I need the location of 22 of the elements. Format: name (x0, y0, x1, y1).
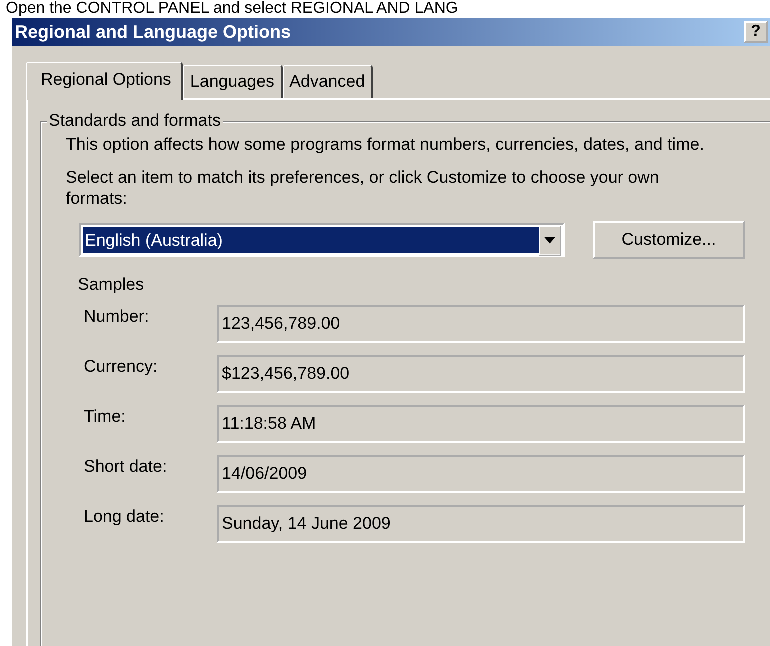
sample-field: Sunday, 14 June 2009 (217, 505, 745, 543)
tab[interactable]: Advanced (282, 65, 374, 98)
dropdown-arrow-icon (539, 226, 561, 256)
sample-field: $123,456,789.00 (217, 355, 745, 393)
sample-field: 14/06/2009 (217, 455, 745, 493)
description-text: This option affects how some programs format numbers, currencies, dates, and time. (66, 134, 706, 155)
tab[interactable]: Languages (183, 65, 283, 98)
tab[interactable]: Regional Options (26, 62, 184, 100)
sample-label: Number: (84, 306, 150, 328)
locale-dropdown[interactable]: English (Australia) (79, 223, 565, 257)
customize-button[interactable]: Customize... (593, 221, 745, 259)
caption-text: Open the CONTROL PANEL and select REGIONAL AND LANG (5, 0, 460, 18)
sample-field: 123,456,789.00 (217, 305, 745, 343)
window-title: Regional and Language Options (14, 22, 292, 42)
sample-field: 11:18:58 AM (217, 405, 745, 443)
sample-label: Currency: (84, 356, 159, 378)
sample-label: Long date: (84, 506, 166, 528)
sample-label: Short date: (84, 456, 168, 478)
samples-label: Samples (78, 275, 146, 295)
instruction-text: Select an item to match its preferences, or click Customize to choose your own formats: (66, 167, 660, 209)
sample-label: Time: (84, 406, 127, 428)
help-button[interactable]: ? (744, 21, 768, 43)
